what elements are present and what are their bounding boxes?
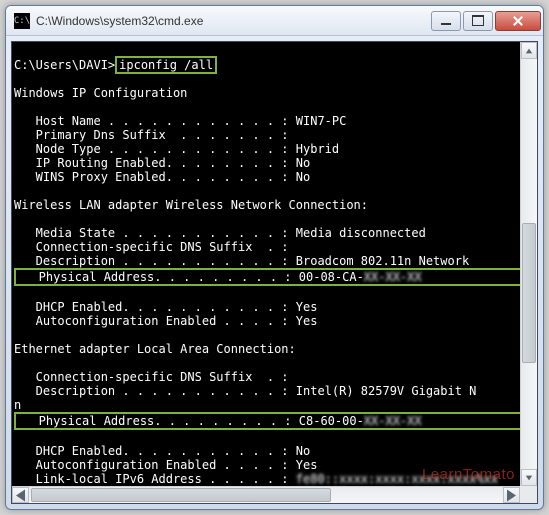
vscroll-thumb[interactable] [522, 223, 536, 363]
hostname-label: Host Name . . . . . . . . . . . . : [14, 114, 289, 128]
wlan-autoconf-value: Yes [289, 314, 318, 328]
ipconfig-header: Windows IP Configuration [14, 86, 187, 100]
wlan-physaddr-highlight: Physical Address. . . . . . . . . : 00-0… [14, 268, 537, 286]
eth-dhcp-label: DHCP Enabled. . . . . . . . . . . : [14, 444, 289, 458]
wlan-physaddr-redacted: XX-XX-XX [364, 270, 422, 284]
wlan-physaddr-visible: 00-08-CA- [292, 270, 364, 284]
winsproxy-label: WINS Proxy Enabled. . . . . . . . : [14, 170, 289, 184]
prompt-arrow: > [108, 58, 115, 72]
cmd-icon: C:\ [14, 13, 30, 29]
scroll-right-button[interactable] [503, 487, 520, 503]
wlan-header: Wireless LAN adapter Wireless Network Co… [14, 198, 368, 212]
cmd-window: C:\ C:\Windows\system32\cmd.exe C:\Users… [5, 5, 544, 510]
primary-dns-label: Primary Dns Suffix . . . . . . . : [14, 128, 289, 142]
eth-dhcp-value: No [289, 444, 311, 458]
scrollbar-corner [520, 486, 537, 503]
titlebar[interactable]: C:\ C:\Windows\system32\cmd.exe [6, 6, 543, 36]
eth-autoconf-label: Autoconfiguration Enabled . . . . : [14, 458, 289, 472]
command-text: ipconfig /all [119, 58, 213, 72]
horizontal-scrollbar[interactable] [12, 486, 520, 503]
eth-desc-value: Intel(R) 82579V Gigabit N [289, 384, 477, 398]
wlan-dhcp-label: DHCP Enabled. . . . . . . . . . . : [14, 300, 289, 314]
scroll-left-button[interactable] [12, 487, 29, 503]
winsproxy-value: No [289, 170, 311, 184]
command-highlight: ipconfig /all [115, 56, 217, 74]
iprouting-value: No [289, 156, 311, 170]
eth-physaddr-visible: C8-60-00- [292, 414, 364, 428]
wlan-desc-value: Broadcom 802.11n Network [289, 254, 470, 268]
console-area[interactable]: C:\Users\DAVI> ipconfig /all Windows IP C… [11, 41, 538, 504]
eth-physaddr-highlight: Physical Address. . . . . . . . . : C8-6… [14, 412, 537, 430]
watermark: LearnTomato [422, 466, 515, 483]
close-button[interactable] [495, 11, 541, 31]
wlan-physaddr-label: Physical Address. . . . . . . . . : [17, 270, 292, 284]
eth-desc-trail: n [14, 398, 21, 412]
scroll-up-button[interactable] [521, 42, 537, 59]
minimize-button[interactable] [431, 11, 461, 31]
console-text: C:\Users\DAVI> ipconfig /all Windows IP C… [12, 42, 537, 504]
eth-linklocal-label: Link-local IPv6 Address . . . . . : [14, 472, 289, 486]
hscroll-thumb[interactable] [31, 488, 331, 502]
eth-physaddr-label: Physical Address. . . . . . . . . : [17, 414, 292, 428]
window-title: C:\Windows\system32\cmd.exe [36, 14, 429, 28]
eth-header: Ethernet adapter Local Area Connection: [14, 342, 296, 356]
vscroll-track[interactable] [521, 59, 537, 469]
wlan-dhcp-value: Yes [289, 300, 318, 314]
wlan-mediastate-label: Media State . . . . . . . . . . . : [14, 226, 289, 240]
iprouting-label: IP Routing Enabled. . . . . . . . : [14, 156, 289, 170]
scroll-down-button[interactable] [521, 469, 537, 486]
hscroll-track[interactable] [29, 487, 503, 503]
eth-desc-label: Description . . . . . . . . . . . : [14, 384, 289, 398]
wlan-mediastate-value: Media disconnected [289, 226, 426, 240]
eth-autoconf-value: Yes [289, 458, 318, 472]
nodetype-value: Hybrid [289, 142, 340, 156]
eth-physaddr-redacted: XX-XX-XX [364, 414, 422, 428]
hostname-value: WIN7-PC [289, 114, 347, 128]
vertical-scrollbar[interactable] [520, 42, 537, 486]
wlan-desc-label: Description . . . . . . . . . . . : [14, 254, 289, 268]
window-controls [429, 11, 541, 31]
nodetype-label: Node Type . . . . . . . . . . . . : [14, 142, 289, 156]
wlan-conndns-label: Connection-specific DNS Suffix . : [14, 240, 289, 254]
wlan-autoconf-label: Autoconfiguration Enabled . . . . : [14, 314, 289, 328]
eth-conndns-label: Connection-specific DNS Suffix . : [14, 370, 289, 384]
prompt-path: C:\Users\DAVI [14, 58, 108, 72]
maximize-button[interactable] [463, 11, 493, 31]
